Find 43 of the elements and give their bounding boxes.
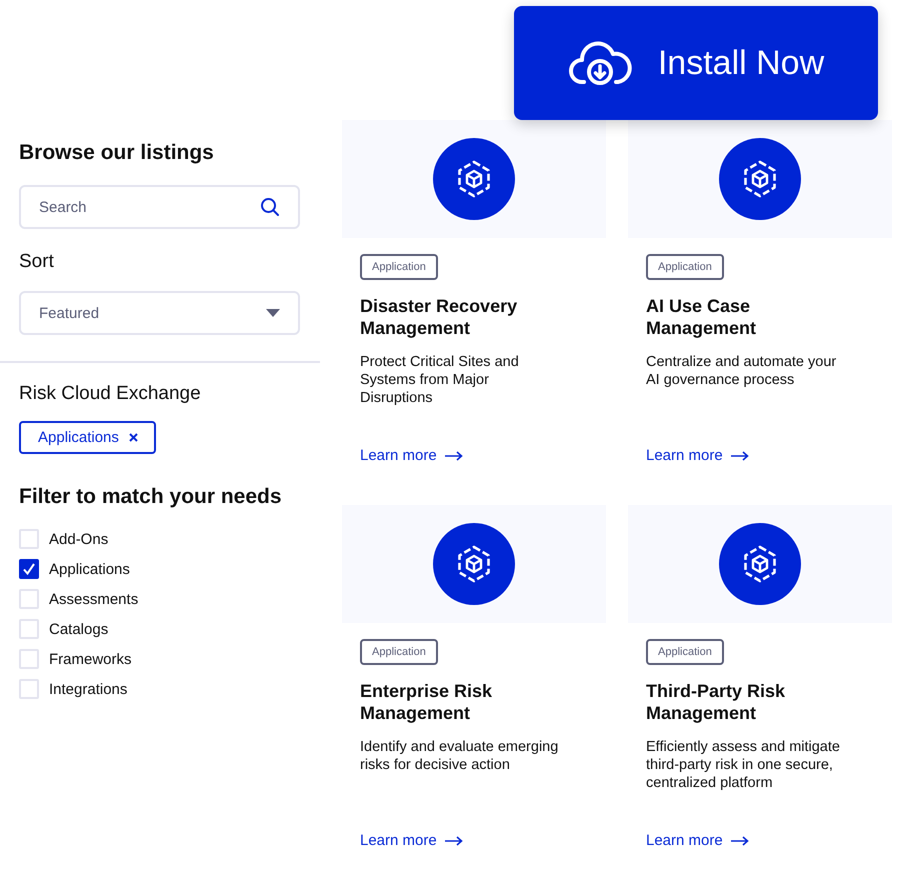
checkbox-label[interactable]: Frameworks xyxy=(49,650,132,668)
caret-icon xyxy=(266,309,280,317)
checkbox[interactable] xyxy=(19,559,39,579)
search-field[interactable]: Search xyxy=(19,185,300,229)
card-title: AI Use Case Management xyxy=(646,295,758,339)
arrow-right-icon xyxy=(444,836,463,846)
card-title: Enterprise Risk Management xyxy=(360,680,494,724)
card-description: Identify and evaluate emerging risks for decisive action xyxy=(360,738,560,774)
category-tag: Application xyxy=(360,254,438,280)
sidebar-heading: Browse our listings xyxy=(19,140,215,166)
card-description: Protect Critical Sites and Systems from Major Disruptions xyxy=(360,353,520,407)
close-icon xyxy=(128,433,138,442)
section-heading: Risk Cloud Exchange xyxy=(19,383,202,405)
arrow-right-icon xyxy=(730,450,749,460)
cube-icon xyxy=(433,523,515,605)
learn-more-link[interactable]: Learn more xyxy=(646,447,749,464)
card-description: Centralize and automate your AI governance process xyxy=(646,353,838,389)
card-title: Disaster Recovery Management xyxy=(360,295,518,339)
arrow-right-icon xyxy=(444,450,463,460)
arrow-right-icon xyxy=(730,836,749,846)
cube-icon xyxy=(433,138,515,220)
learn-more-link[interactable]: Learn more xyxy=(360,447,463,464)
category-tag: Application xyxy=(360,639,438,665)
checkbox-label[interactable]: Integrations xyxy=(49,680,128,698)
learn-more-link[interactable]: Learn more xyxy=(360,832,463,849)
checkbox-label[interactable]: Catalogs xyxy=(49,620,108,638)
checkbox-label[interactable]: Assessments xyxy=(49,590,138,608)
checkbox-label[interactable]: Add-Ons xyxy=(49,530,108,548)
category-tag: Application xyxy=(646,254,724,280)
sort-dropdown[interactable]: Featured xyxy=(19,291,300,335)
filter-chip[interactable]: Applications xyxy=(19,421,156,454)
category-tag: Application xyxy=(646,639,724,665)
cube-icon xyxy=(719,523,801,605)
card-title: Third-Party Risk Management xyxy=(646,680,786,724)
filter-heading: Filter to match your needs xyxy=(19,484,283,510)
checkbox-label[interactable]: Applications xyxy=(49,560,130,578)
cloud-download-icon xyxy=(568,40,632,86)
cube-icon xyxy=(719,138,801,220)
card-description: Efficiently assess and mitigate third-party risk in one secure, centralized platform xyxy=(646,738,841,792)
learn-more-link[interactable]: Learn more xyxy=(646,832,749,849)
sort-label: Sort xyxy=(19,251,55,273)
install-now-button[interactable]: Install Now xyxy=(514,6,878,120)
search-icon xyxy=(260,197,280,217)
